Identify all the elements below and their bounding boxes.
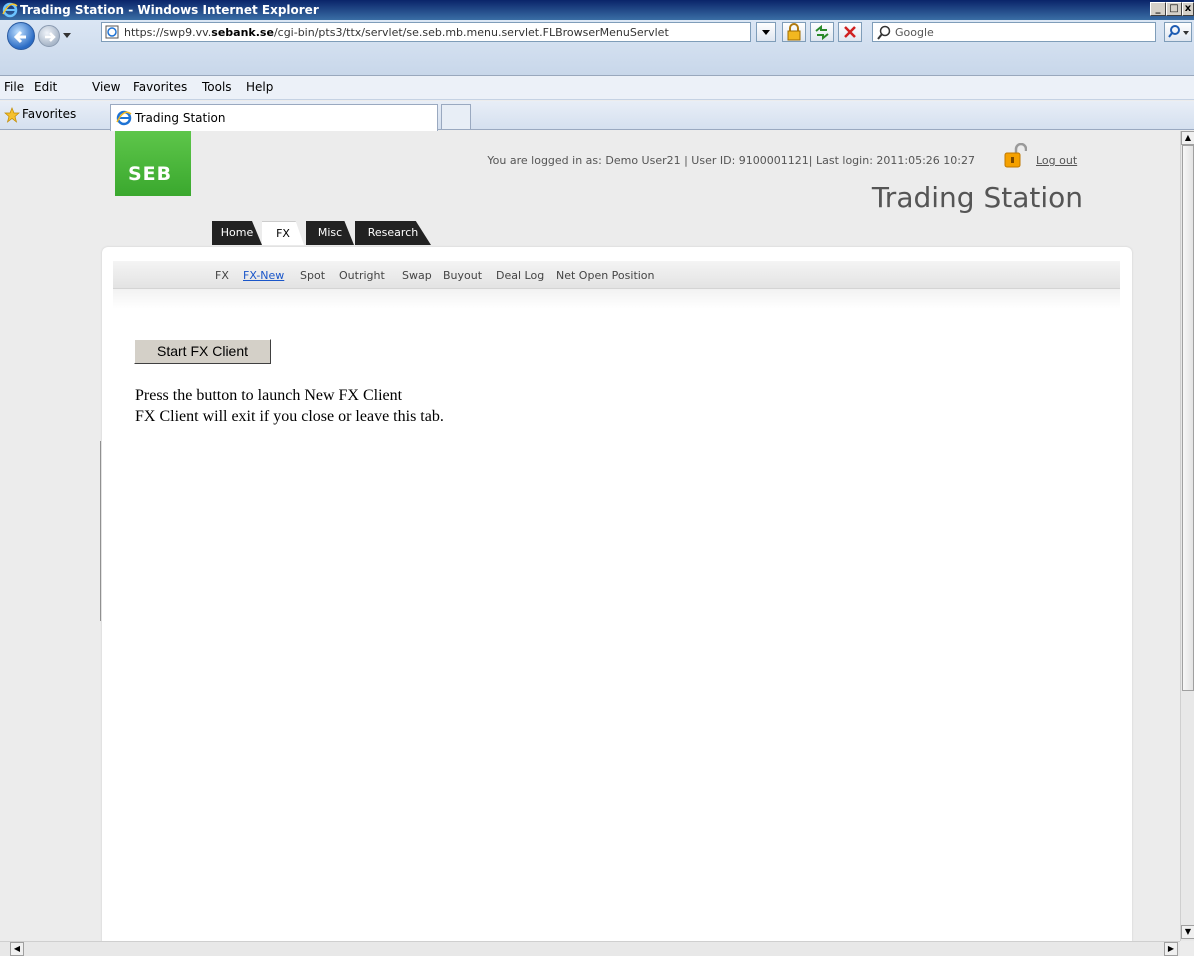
scroll-up-icon[interactable]: ▲ — [1181, 131, 1194, 145]
menu-help[interactable]: Help — [246, 80, 273, 94]
minimize-button[interactable]: _ — [1150, 2, 1166, 16]
menu-tools[interactable]: Tools — [202, 80, 232, 94]
menu-bar: File Edit View Favorites Tools Help — [0, 76, 1194, 100]
scroll-right-icon[interactable]: ▶ — [1164, 942, 1178, 956]
address-toolbar: https://swp9.vv.sebank.se/cgi-bin/pts3/t… — [0, 20, 1194, 76]
history-dropdown-icon[interactable] — [62, 30, 72, 40]
subnav-net-open-position[interactable]: Net Open Position — [556, 269, 655, 282]
forward-arrow-icon — [45, 32, 56, 42]
search-placeholder: Google — [895, 26, 934, 39]
start-fx-client-button[interactable]: Start FX Client — [134, 339, 271, 364]
tab-research[interactable]: Research — [355, 221, 431, 245]
scroll-down-icon[interactable]: ▼ — [1181, 925, 1194, 939]
seb-logo[interactable]: SEB — [115, 131, 191, 196]
subnav-outright[interactable]: Outright — [339, 269, 385, 282]
tab-home[interactable]: Home — [212, 221, 262, 245]
menu-edit[interactable]: Edit — [34, 80, 57, 94]
address-dropdown-button[interactable] — [756, 22, 776, 42]
page-viewport: SEB You are logged in as: Demo User21 | … — [0, 131, 1180, 941]
url-text: https://swp9.vv.sebank.se/cgi-bin/pts3/t… — [124, 26, 669, 39]
stop-x-icon — [844, 26, 856, 38]
brand-title: Trading Station — [871, 181, 1083, 214]
subnav-shadow — [113, 289, 1120, 309]
subnav-deal-log[interactable]: Deal Log — [496, 269, 544, 282]
tab-misc[interactable]: Misc — [306, 221, 354, 245]
chevron-down-icon — [762, 30, 770, 35]
info-text-line-2: FX Client will exit if you close or leav… — [135, 408, 444, 425]
favorites-button[interactable]: Favorites — [22, 107, 76, 121]
horizontal-scrollbar[interactable]: ◀ ▶ — [0, 941, 1180, 956]
browser-tab-title: Trading Station — [135, 111, 226, 125]
unlocked-padlock-icon — [1004, 143, 1027, 168]
search-input[interactable]: Google — [872, 22, 1156, 42]
sub-navigation: FX FX-New Spot Outright Swap Buyout Deal… — [113, 261, 1120, 289]
internet-explorer-icon — [2, 2, 18, 18]
search-button[interactable] — [1164, 22, 1192, 42]
menu-view[interactable]: View — [92, 80, 120, 94]
vertical-scroll-thumb[interactable] — [1182, 145, 1194, 691]
subnav-fx[interactable]: FX — [215, 269, 229, 282]
menu-file[interactable]: File — [4, 80, 24, 94]
maximize-button[interactable]: □ — [1166, 2, 1182, 16]
close-window-button[interactable]: x — [1182, 2, 1194, 16]
favorites-star-icon — [4, 107, 20, 123]
back-arrow-icon — [13, 30, 26, 44]
info-text-line-1: Press the button to launch New FX Client — [135, 387, 403, 404]
browser-tab-trading-station[interactable]: Trading Station — [110, 104, 438, 131]
search-icon — [877, 25, 891, 40]
new-tab-button[interactable] — [441, 104, 471, 130]
subnav-buyout[interactable]: Buyout — [443, 269, 482, 282]
back-button[interactable] — [7, 22, 35, 50]
padlock-icon — [787, 23, 801, 41]
menu-favorites[interactable]: Favorites — [133, 80, 187, 94]
refresh-icon — [815, 24, 829, 41]
forward-button[interactable] — [38, 25, 60, 47]
logout-link[interactable]: Log out — [1036, 154, 1077, 167]
stop-button[interactable] — [838, 22, 862, 42]
window-title-bar: Trading Station - Windows Internet Explo… — [0, 0, 1194, 20]
vertical-scrollbar[interactable]: ▲ ▼ — [1180, 131, 1194, 941]
page-icon — [105, 25, 119, 39]
tab-fx[interactable]: FX — [262, 221, 304, 245]
window-title: Trading Station - Windows Internet Explo… — [20, 3, 319, 17]
security-lock-button[interactable] — [782, 22, 806, 42]
subnav-swap[interactable]: Swap — [402, 269, 432, 282]
subnav-fx-new[interactable]: FX-New — [243, 269, 284, 282]
internet-explorer-icon — [116, 110, 132, 126]
scroll-left-icon[interactable]: ◀ — [10, 942, 24, 956]
subnav-spot[interactable]: Spot — [300, 269, 325, 282]
divider — [100, 441, 101, 621]
favorites-bar: Favorites Trading Station — [0, 101, 1194, 131]
refresh-button[interactable] — [810, 22, 834, 42]
address-input[interactable]: https://swp9.vv.sebank.se/cgi-bin/pts3/t… — [101, 22, 751, 42]
search-go-icon — [1168, 25, 1189, 38]
login-info: You are logged in as: Demo User21 | User… — [487, 154, 975, 167]
